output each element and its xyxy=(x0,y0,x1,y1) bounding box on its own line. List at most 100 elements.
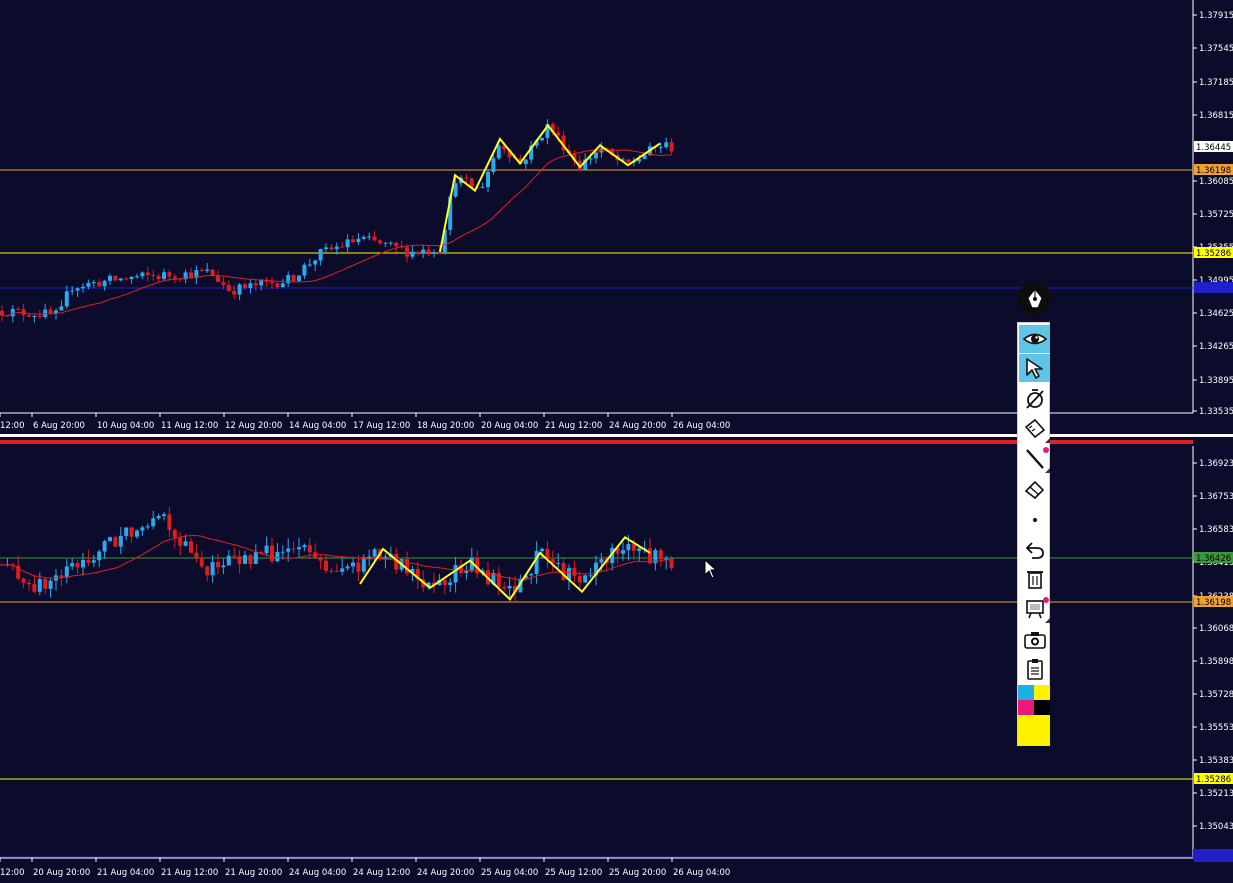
candle-body xyxy=(32,315,37,317)
candle-body xyxy=(529,574,534,576)
pointer-button[interactable] xyxy=(1019,354,1050,382)
time-tick-label: 24 Aug 12:00 xyxy=(353,868,410,878)
eraser-button[interactable] xyxy=(1019,475,1050,503)
candle-body xyxy=(297,275,301,282)
time-tick-label: 17 Aug 12:00 xyxy=(353,421,410,431)
candle-body xyxy=(361,236,366,239)
candle-body xyxy=(0,310,4,316)
color-swatch-yellow[interactable] xyxy=(1034,685,1050,700)
candle-body xyxy=(189,541,193,553)
candle-body xyxy=(75,288,80,291)
delete-button[interactable] xyxy=(1019,565,1050,593)
candle-body xyxy=(280,551,285,553)
candle-body xyxy=(394,242,399,247)
clipboard-button[interactable] xyxy=(1019,655,1050,683)
level-price-label: 1.34815 xyxy=(1196,284,1231,294)
level-price-label: 1.35286 xyxy=(1196,775,1231,785)
candle-body xyxy=(351,562,355,567)
candle-body xyxy=(178,537,183,546)
screenshot-button[interactable] xyxy=(1019,626,1050,654)
candle-body xyxy=(248,283,253,288)
candle-body xyxy=(540,137,544,141)
ruler-button[interactable] xyxy=(1019,415,1050,443)
candle-body xyxy=(572,568,577,576)
trash-icon xyxy=(1026,571,1043,589)
hide-drawings-button[interactable] xyxy=(1019,385,1050,413)
time-tick-label: 12:00 xyxy=(0,868,25,878)
candle-body xyxy=(351,239,355,243)
candle-body xyxy=(491,158,496,172)
selected-color[interactable] xyxy=(1018,715,1050,745)
candle-body xyxy=(345,566,350,569)
level-price-label: 1.36426 xyxy=(1196,554,1231,564)
price-tick-label: 1.33895 xyxy=(1199,376,1233,386)
candle-body xyxy=(253,283,258,286)
candle-body xyxy=(648,548,652,564)
candle-body xyxy=(124,527,129,536)
price-tick-label: 1.37915 xyxy=(1199,11,1233,21)
candle-body xyxy=(432,252,436,254)
clipboard-icon xyxy=(1026,659,1043,680)
candle-body xyxy=(97,282,102,287)
candle-body xyxy=(27,582,31,585)
level-price-label: 1.35286 xyxy=(1196,249,1231,259)
candle-body xyxy=(108,537,112,542)
time-tick-label: 26 Aug 04:00 xyxy=(673,868,730,878)
candle-body xyxy=(151,518,156,527)
time-tick-label: 20 Aug 04:00 xyxy=(481,421,538,431)
submenu-corner xyxy=(1045,438,1050,443)
candle-body xyxy=(37,315,42,317)
time-tick-label: 10 Aug 04:00 xyxy=(97,421,154,431)
candle-body xyxy=(561,562,566,581)
dot-size-button[interactable] xyxy=(1019,506,1050,534)
undo-button[interactable] xyxy=(1019,536,1050,564)
trendline-button[interactable] xyxy=(1019,445,1050,473)
color-swatch-cyan[interactable] xyxy=(1018,685,1034,700)
candle-body xyxy=(421,249,426,254)
candle-body xyxy=(43,578,48,589)
price-tick-label: 1.35898 xyxy=(1199,657,1233,667)
candle-body xyxy=(280,283,285,288)
time-tick-label: 26 Aug 04:00 xyxy=(673,421,730,431)
level-price-label: 1.36198 xyxy=(1196,166,1231,176)
candle-body xyxy=(162,514,166,517)
candle-body xyxy=(270,545,274,562)
candle-body xyxy=(502,586,507,589)
candle-body xyxy=(464,571,469,574)
candle-body xyxy=(329,247,334,250)
candle-body xyxy=(378,240,382,244)
candle-body xyxy=(118,278,123,281)
candle-body xyxy=(37,578,42,592)
template-button[interactable] xyxy=(1019,595,1050,623)
color-swatch-magenta[interactable] xyxy=(1018,700,1034,715)
candle-body xyxy=(302,545,307,548)
candle-body xyxy=(156,516,161,519)
time-tick-label: 6 Aug 20:00 xyxy=(33,421,85,431)
time-tick-label: 24 Aug 04:00 xyxy=(289,868,346,878)
color-swatch-black[interactable] xyxy=(1034,700,1050,715)
candle-body xyxy=(329,570,334,572)
eye-button[interactable] xyxy=(1019,325,1050,353)
dot-icon xyxy=(1032,518,1037,522)
pen-tool-button[interactable] xyxy=(1018,282,1051,315)
price-tick-label: 1.36085 xyxy=(1199,177,1233,187)
candle-body xyxy=(540,548,544,552)
ruler-icon xyxy=(1024,418,1045,439)
candle-body xyxy=(156,275,161,279)
candle-body xyxy=(97,551,102,561)
candle-body xyxy=(340,246,345,248)
candle-body xyxy=(135,530,139,537)
candle-body xyxy=(226,555,231,566)
eye-icon xyxy=(1022,333,1047,345)
panel-separator-red xyxy=(0,440,1193,444)
candle-body xyxy=(243,284,247,288)
current-price-label: 1.36445 xyxy=(1196,143,1231,153)
candle-body xyxy=(221,281,226,285)
candle-body xyxy=(194,552,199,558)
time-tick-label: 12 Aug 20:00 xyxy=(225,421,282,431)
candle-body xyxy=(216,275,220,282)
hide-drawings-icon xyxy=(1025,389,1044,409)
candle-body xyxy=(253,552,258,564)
candle-body xyxy=(340,568,345,572)
candle-body xyxy=(205,566,210,576)
